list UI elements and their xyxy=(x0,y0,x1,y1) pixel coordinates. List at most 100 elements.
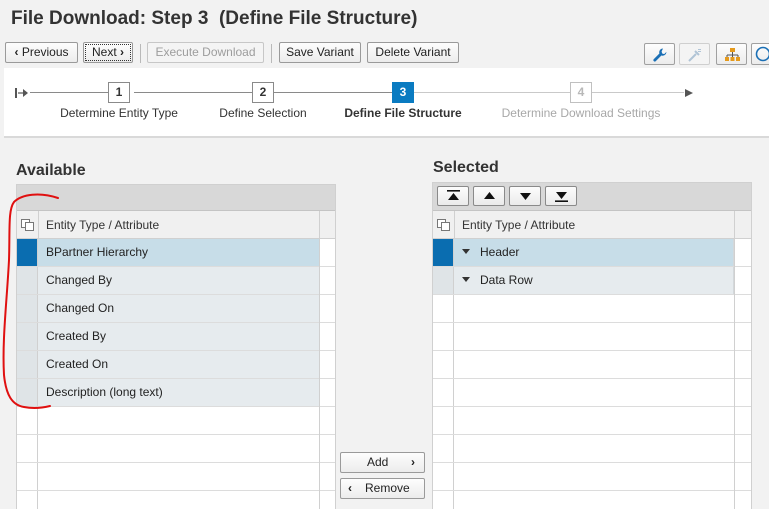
move-down-icon xyxy=(520,193,531,200)
roadmap-end-icon xyxy=(685,89,693,97)
move-up-icon xyxy=(484,192,495,199)
empty-row xyxy=(17,463,335,491)
previous-button[interactable]: ‹ Previous xyxy=(5,42,78,63)
move-to-top-button[interactable] xyxy=(437,186,469,206)
row-selector[interactable] xyxy=(17,351,38,378)
roadmap-start-icon xyxy=(15,88,28,98)
empty-row xyxy=(433,323,751,351)
roadmap-step-1-label[interactable]: Determine Entity Type xyxy=(58,106,180,120)
selected-row[interactable]: Header xyxy=(433,239,751,267)
help-button[interactable] xyxy=(751,43,769,65)
available-row[interactable]: Description (long text) xyxy=(17,379,335,407)
available-row[interactable]: Changed By xyxy=(17,267,335,295)
selected-table-header: Entity Type / Attribute xyxy=(433,211,751,239)
row-selector[interactable] xyxy=(17,267,38,294)
row-selector[interactable] xyxy=(17,295,38,322)
row-selector xyxy=(433,379,454,406)
save-variant-button[interactable]: Save Variant xyxy=(279,42,361,63)
row-selector[interactable] xyxy=(17,379,38,406)
roadmap-step-3-label[interactable]: Define File Structure xyxy=(338,106,468,120)
row-selector[interactable] xyxy=(17,323,38,350)
selected-column-header[interactable]: Entity Type / Attribute xyxy=(462,211,575,239)
empty-row xyxy=(433,351,751,379)
row-selector[interactable] xyxy=(17,239,38,266)
row-selector[interactable] xyxy=(433,239,454,266)
collapse-arrow-icon[interactable] xyxy=(462,249,470,255)
column-divider xyxy=(454,211,455,238)
row-selector xyxy=(433,295,454,322)
available-row[interactable]: BPartner Hierarchy xyxy=(17,239,335,267)
delete-variant-button[interactable]: Delete Variant xyxy=(367,42,459,63)
row-selector xyxy=(433,435,454,462)
selected-row-cell: Data Row xyxy=(454,267,734,294)
move-down-button[interactable] xyxy=(509,186,541,206)
move-to-top-icon xyxy=(447,190,460,200)
empty-row xyxy=(433,379,751,407)
available-row-label: Changed On xyxy=(38,295,320,322)
help-icon xyxy=(755,46,769,62)
chevron-right-icon: › xyxy=(411,455,415,469)
available-column-header[interactable]: Entity Type / Attribute xyxy=(46,211,159,239)
available-title: Available xyxy=(16,162,86,179)
select-all-icon[interactable] xyxy=(21,219,34,231)
hierarchy-button[interactable] xyxy=(716,43,747,65)
roadmap-step-4: 4 xyxy=(570,82,592,103)
select-all-icon[interactable] xyxy=(437,219,450,231)
chevron-left-icon: ‹ xyxy=(348,481,352,495)
roadmap-step-2[interactable]: 2 xyxy=(252,82,274,103)
row-selector[interactable] xyxy=(433,267,454,294)
row-selector xyxy=(433,407,454,434)
previous-label: Previous xyxy=(21,45,69,59)
empty-row xyxy=(433,435,751,463)
move-to-bottom-button[interactable] xyxy=(545,186,577,206)
row-selector xyxy=(433,323,454,350)
roadmap-step-2-label[interactable]: Define Selection xyxy=(208,106,318,120)
collapse-arrow-icon[interactable] xyxy=(462,277,470,283)
next-button[interactable]: Next › xyxy=(83,42,133,63)
row-selector xyxy=(433,491,454,509)
available-row[interactable]: Created On xyxy=(17,351,335,379)
row-selector xyxy=(17,463,38,490)
hierarchy-icon xyxy=(725,48,740,61)
roadmap-step-4-label: Determine Download Settings xyxy=(501,106,661,120)
toolbar-divider xyxy=(271,44,272,63)
roadmap-connector xyxy=(274,92,392,93)
selected-row-cell: Header xyxy=(454,239,734,266)
row-selector xyxy=(17,435,38,462)
move-up-button[interactable] xyxy=(473,186,505,206)
empty-row xyxy=(433,463,751,491)
selected-row[interactable]: Data Row xyxy=(433,267,751,295)
next-label: Next xyxy=(91,45,117,59)
edit-settings-icon xyxy=(688,49,701,62)
empty-row xyxy=(17,491,335,509)
chevron-left-icon: ‹ xyxy=(14,45,22,59)
selected-title: Selected xyxy=(433,159,499,176)
add-button[interactable]: Add › xyxy=(340,452,425,473)
available-row[interactable]: Changed On xyxy=(17,295,335,323)
available-row[interactable]: Created By xyxy=(17,323,335,351)
remove-button[interactable]: ‹ Remove xyxy=(340,478,425,499)
wrench-button[interactable] xyxy=(644,43,675,65)
edit-settings-button[interactable] xyxy=(679,43,710,65)
roadmap: 1 Determine Entity Type 2 Define Selecti… xyxy=(4,68,769,138)
roadmap-step-3[interactable]: 3 xyxy=(392,82,414,103)
available-table-header: Entity Type / Attribute xyxy=(17,211,335,239)
selected-row-label: Header xyxy=(480,245,520,259)
roadmap-connector xyxy=(414,92,570,93)
empty-row xyxy=(17,407,335,435)
roadmap-step-1[interactable]: 1 xyxy=(108,82,130,103)
title-bar: File Download: Step 3 (Define File Struc… xyxy=(0,0,769,38)
available-row-label: Changed By xyxy=(38,267,320,294)
add-label: Add xyxy=(367,455,389,469)
available-table: Entity Type / Attribute BPartner Hierarc… xyxy=(16,184,336,509)
move-to-bottom-icon xyxy=(555,192,568,202)
empty-row xyxy=(433,407,751,435)
toolbar-divider xyxy=(140,44,141,63)
execute-download-button[interactable]: Execute Download xyxy=(147,42,264,63)
selected-row-label: Data Row xyxy=(480,273,533,287)
scrollbar-divider xyxy=(319,211,320,509)
selected-table-toolbar xyxy=(433,183,751,211)
roadmap-connector xyxy=(134,92,252,93)
available-row-label: Description (long text) xyxy=(38,379,320,406)
roadmap-connector xyxy=(592,92,684,93)
